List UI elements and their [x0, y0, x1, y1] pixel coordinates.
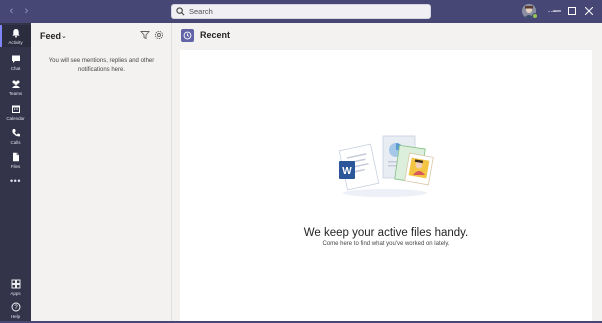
presence-icon — [532, 13, 538, 19]
rail-label: Files — [10, 164, 21, 169]
rail-item-calendar[interactable]: Calendar — [0, 101, 31, 123]
search-icon — [176, 7, 185, 16]
feed-empty-message: You will see mentions, replies and other… — [48, 58, 155, 73]
close-icon[interactable] — [583, 5, 595, 17]
file-icon — [12, 152, 19, 162]
chevron-left-icon[interactable]: ‹ — [7, 5, 16, 17]
bell-icon — [11, 29, 20, 38]
maximize-icon[interactable] — [566, 5, 578, 17]
empty-state-subtitle: Come here to find what you've worked on … — [322, 241, 450, 247]
rail-item-teams[interactable]: Teams — [0, 76, 31, 98]
page-title: Recent — [200, 30, 231, 40]
search-placeholder: Search — [189, 7, 213, 16]
phone-icon — [11, 129, 20, 137]
main-header: Recent — [172, 23, 602, 49]
chat-icon — [11, 55, 20, 63]
chevron-down-icon[interactable]: ⌄ — [61, 32, 67, 40]
title-bar: ‹ › Search ··· — [0, 0, 602, 23]
chevron-right-icon[interactable]: › — [22, 5, 31, 17]
help-icon: ? — [11, 302, 20, 312]
rail-label: Calls — [10, 140, 21, 145]
apps-icon — [11, 279, 20, 289]
feed-title[interactable]: Feed — [40, 31, 61, 41]
history-nav: ‹ › — [7, 5, 31, 17]
rail-item-calls[interactable]: Calls — [0, 125, 31, 147]
svg-text:W: W — [342, 166, 352, 177]
feed-panel: Feed ⌄ You will see mentions, replies an… — [31, 23, 172, 321]
files-illustration: W — [338, 135, 434, 197]
clock-icon — [181, 29, 194, 42]
calendar-icon — [11, 105, 20, 113]
rail-label: Activity — [8, 40, 23, 45]
more-apps-icon[interactable]: ••• — [0, 176, 31, 186]
minimize-icon[interactable] — [551, 5, 563, 17]
rail-item-apps[interactable]: Apps — [0, 276, 31, 298]
rail-label: Help — [10, 314, 21, 319]
rail-label: Teams — [8, 91, 23, 96]
rail-label: Apps — [10, 291, 21, 296]
rail-item-chat[interactable]: Chat — [0, 51, 31, 73]
rail-item-files[interactable]: Files — [0, 149, 31, 171]
search-input[interactable]: Search — [171, 4, 431, 19]
teams-icon — [11, 80, 20, 88]
rail-label: Calendar — [6, 116, 25, 121]
app-rail: Activity Chat Teams Calendar Calls Files… — [0, 23, 31, 323]
rail-item-help[interactable]: ? Help — [0, 299, 31, 321]
rail-label: Chat — [10, 66, 21, 71]
recent-files-pane: W We keep your active files handy. Come … — [180, 50, 592, 321]
gear-icon[interactable] — [154, 30, 164, 40]
empty-state-title: We keep your active files handy. — [303, 227, 469, 239]
rail-item-activity[interactable]: Activity — [0, 25, 31, 47]
filter-icon[interactable] — [140, 30, 150, 40]
